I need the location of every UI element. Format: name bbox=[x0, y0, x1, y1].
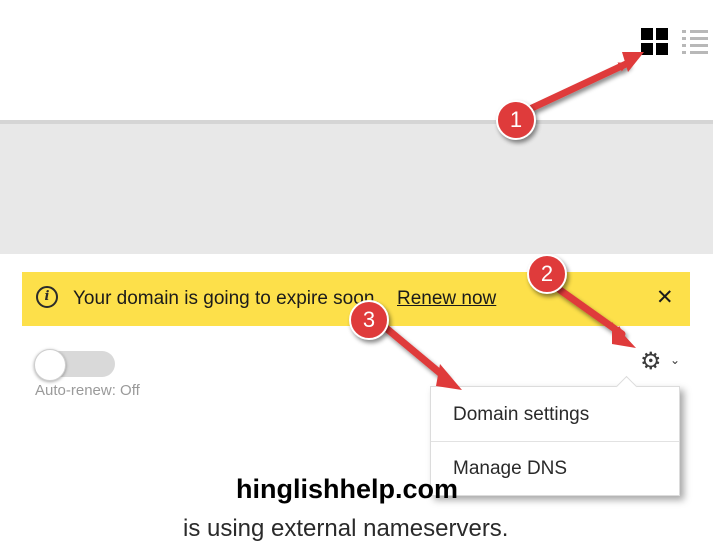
annotation-badge-3: 3 bbox=[349, 300, 389, 340]
annotation-badge-1: 1 bbox=[496, 100, 536, 140]
annotation-arrow-3 bbox=[382, 324, 450, 382]
annotation-badge-2: 2 bbox=[527, 254, 567, 294]
annotation-arrows bbox=[382, 52, 644, 390]
annotation-arrow-1 bbox=[528, 60, 630, 112]
